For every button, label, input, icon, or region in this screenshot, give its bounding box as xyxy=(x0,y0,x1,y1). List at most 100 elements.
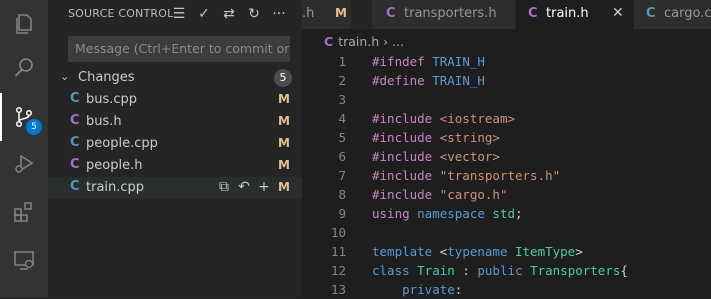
changed-file-row[interactable]: C train.cpp ⧉ ↶ + M xyxy=(48,177,302,199)
panel-actions: ☰ ✓ ⇄ ↻ ··· xyxy=(170,5,288,23)
tab-train-h[interactable]: C train.h ✕ xyxy=(516,0,634,29)
line-number: 4 xyxy=(338,111,346,126)
more-actions-icon[interactable]: ··· xyxy=(270,5,288,23)
remote-explorer-icon[interactable] xyxy=(0,236,48,284)
code-line[interactable]: 12 class Train : public Transporters{ xyxy=(302,261,711,280)
tab-cargo-cpp[interactable]: C cargo.cpp xyxy=(634,0,711,29)
file-name: people.h xyxy=(86,158,143,173)
code-token: #ifndef xyxy=(372,54,433,69)
modified-status: M xyxy=(278,92,290,106)
code-token: public xyxy=(477,263,531,278)
code-token: Train xyxy=(417,263,455,278)
discard-changes-icon[interactable]: ↶ xyxy=(236,179,252,195)
changes-group[interactable]: ⌄ Changes 5 xyxy=(48,67,302,89)
tab-partial[interactable]: .h M xyxy=(302,0,352,29)
code-line[interactable]: 8 #include "cargo.h" xyxy=(302,185,711,204)
code-text: #include <vector> xyxy=(372,147,500,166)
changed-file-row[interactable]: C bus.cpp M xyxy=(48,89,302,111)
breadcrumb[interactable]: Ctrain.h › ... xyxy=(324,34,404,49)
cpp-file-icon: C xyxy=(70,179,80,194)
code-text: #include <iostream> xyxy=(372,109,515,128)
source-control-icon[interactable]: 5 xyxy=(0,93,48,141)
code-line[interactable]: 2 #define TRAIN_H xyxy=(302,71,711,90)
tab-bar: .h M C transporters.h C train.h ✕ C carg… xyxy=(302,0,711,29)
code-token: #include xyxy=(372,149,440,164)
tab-label: train.h xyxy=(546,6,589,21)
changed-file-row[interactable]: C people.h M xyxy=(48,155,302,177)
line-number: 3 xyxy=(338,92,346,107)
code-token: TRAIN_H xyxy=(432,73,485,88)
search-icon[interactable] xyxy=(0,44,48,92)
explorer-icon[interactable] xyxy=(0,0,48,48)
extensions-icon[interactable] xyxy=(0,188,48,236)
file-name: bus.cpp xyxy=(86,92,138,107)
line-number: 10 xyxy=(330,225,346,240)
source-control-panel: SOURCE CONTROL ☰ ✓ ⇄ ↻ ··· Message (Ctrl… xyxy=(48,0,302,298)
line-number: 6 xyxy=(338,149,346,164)
file-name: train.cpp xyxy=(86,180,145,195)
panel-title: SOURCE CONTROL xyxy=(68,7,174,20)
code-token: std xyxy=(492,206,515,221)
code-token: ; xyxy=(515,206,523,221)
open-file-icon[interactable]: ⧉ xyxy=(216,179,232,195)
code-line[interactable]: 3 xyxy=(302,90,711,109)
file-row-actions: ⧉ ↶ + xyxy=(216,179,272,195)
commit-message-input[interactable]: Message (Ctrl+Enter to commit on '... xyxy=(68,36,290,62)
tab-transporters-h[interactable]: C transporters.h xyxy=(372,0,516,29)
code-token: <iostream> xyxy=(439,111,515,126)
modified-status: M xyxy=(278,158,290,172)
header-file-icon: C xyxy=(528,6,538,21)
line-number: 1 xyxy=(338,54,346,69)
line-number: 8 xyxy=(338,187,346,202)
file-name: people.cpp xyxy=(86,136,158,151)
header-file-icon: C xyxy=(70,113,80,128)
code-line[interactable]: 6 #include <vector> xyxy=(302,147,711,166)
branch-compare-icon[interactable]: ⇄ xyxy=(220,5,238,23)
close-icon[interactable]: ✕ xyxy=(612,5,624,21)
chevron-down-icon[interactable]: ⌄ xyxy=(60,70,69,83)
code-line[interactable]: 13 private: xyxy=(302,280,711,299)
code-line[interactable]: 7 #include "transporters.h" xyxy=(302,166,711,185)
panel-header: SOURCE CONTROL ☰ ✓ ⇄ ↻ ··· xyxy=(48,0,302,28)
editor-area: .h M C transporters.h C train.h ✕ C carg… xyxy=(302,0,711,298)
changes-count-badge: 5 xyxy=(274,69,292,87)
code-token: Transporters xyxy=(530,263,621,278)
cpp-file-icon: C xyxy=(70,91,80,106)
modified-status: M xyxy=(278,114,290,128)
code-line[interactable]: 10 xyxy=(302,223,711,242)
code-line[interactable]: 5 #include <string> xyxy=(302,128,711,147)
view-as-list-icon[interactable]: ☰ xyxy=(170,5,188,23)
changed-file-row[interactable]: C bus.h M xyxy=(48,111,302,133)
code-text: private: xyxy=(372,280,462,299)
changed-file-row[interactable]: C people.cpp M xyxy=(48,133,302,155)
line-number: 2 xyxy=(338,73,346,88)
commit-check-icon[interactable]: ✓ xyxy=(195,5,213,23)
tab-modified-status: M xyxy=(335,6,347,20)
code-text: class Train : public Transporters{ xyxy=(372,261,628,280)
code-line[interactable]: 4 #include <iostream> xyxy=(302,109,711,128)
header-file-icon: C xyxy=(386,6,396,21)
code-text: #define TRAIN_H xyxy=(372,71,485,90)
breadcrumb-file: train.h xyxy=(338,34,380,49)
code-text: #ifndef TRAIN_H xyxy=(372,52,485,71)
code-editor[interactable]: 1 #ifndef TRAIN_H 2 #define TRAIN_H 3 4 #inclu… xyxy=(302,52,711,299)
code-token: : xyxy=(454,263,478,278)
code-line[interactable]: 1 #ifndef TRAIN_H xyxy=(302,52,711,71)
changes-label: Changes xyxy=(78,70,135,85)
tab-label: cargo.cpp xyxy=(664,6,711,21)
code-line[interactable]: 9 using namespace std; xyxy=(302,204,711,223)
line-number: 11 xyxy=(330,244,346,259)
code-text: using namespace std; xyxy=(372,204,523,223)
code-token: #include xyxy=(372,168,440,183)
code-line[interactable]: 11 template <typename ItemType> xyxy=(302,242,711,261)
line-number: 7 xyxy=(338,168,346,183)
cpp-file-icon: C xyxy=(646,6,656,21)
run-debug-icon[interactable] xyxy=(0,140,48,188)
file-name: bus.h xyxy=(86,114,122,129)
refresh-icon[interactable]: ↻ xyxy=(245,5,263,23)
stage-changes-icon[interactable]: + xyxy=(256,179,272,195)
code-text: #include "cargo.h" xyxy=(372,185,507,204)
code-token: typename xyxy=(447,244,515,259)
code-token: namespace xyxy=(417,206,493,221)
code-token: #include xyxy=(372,130,440,145)
